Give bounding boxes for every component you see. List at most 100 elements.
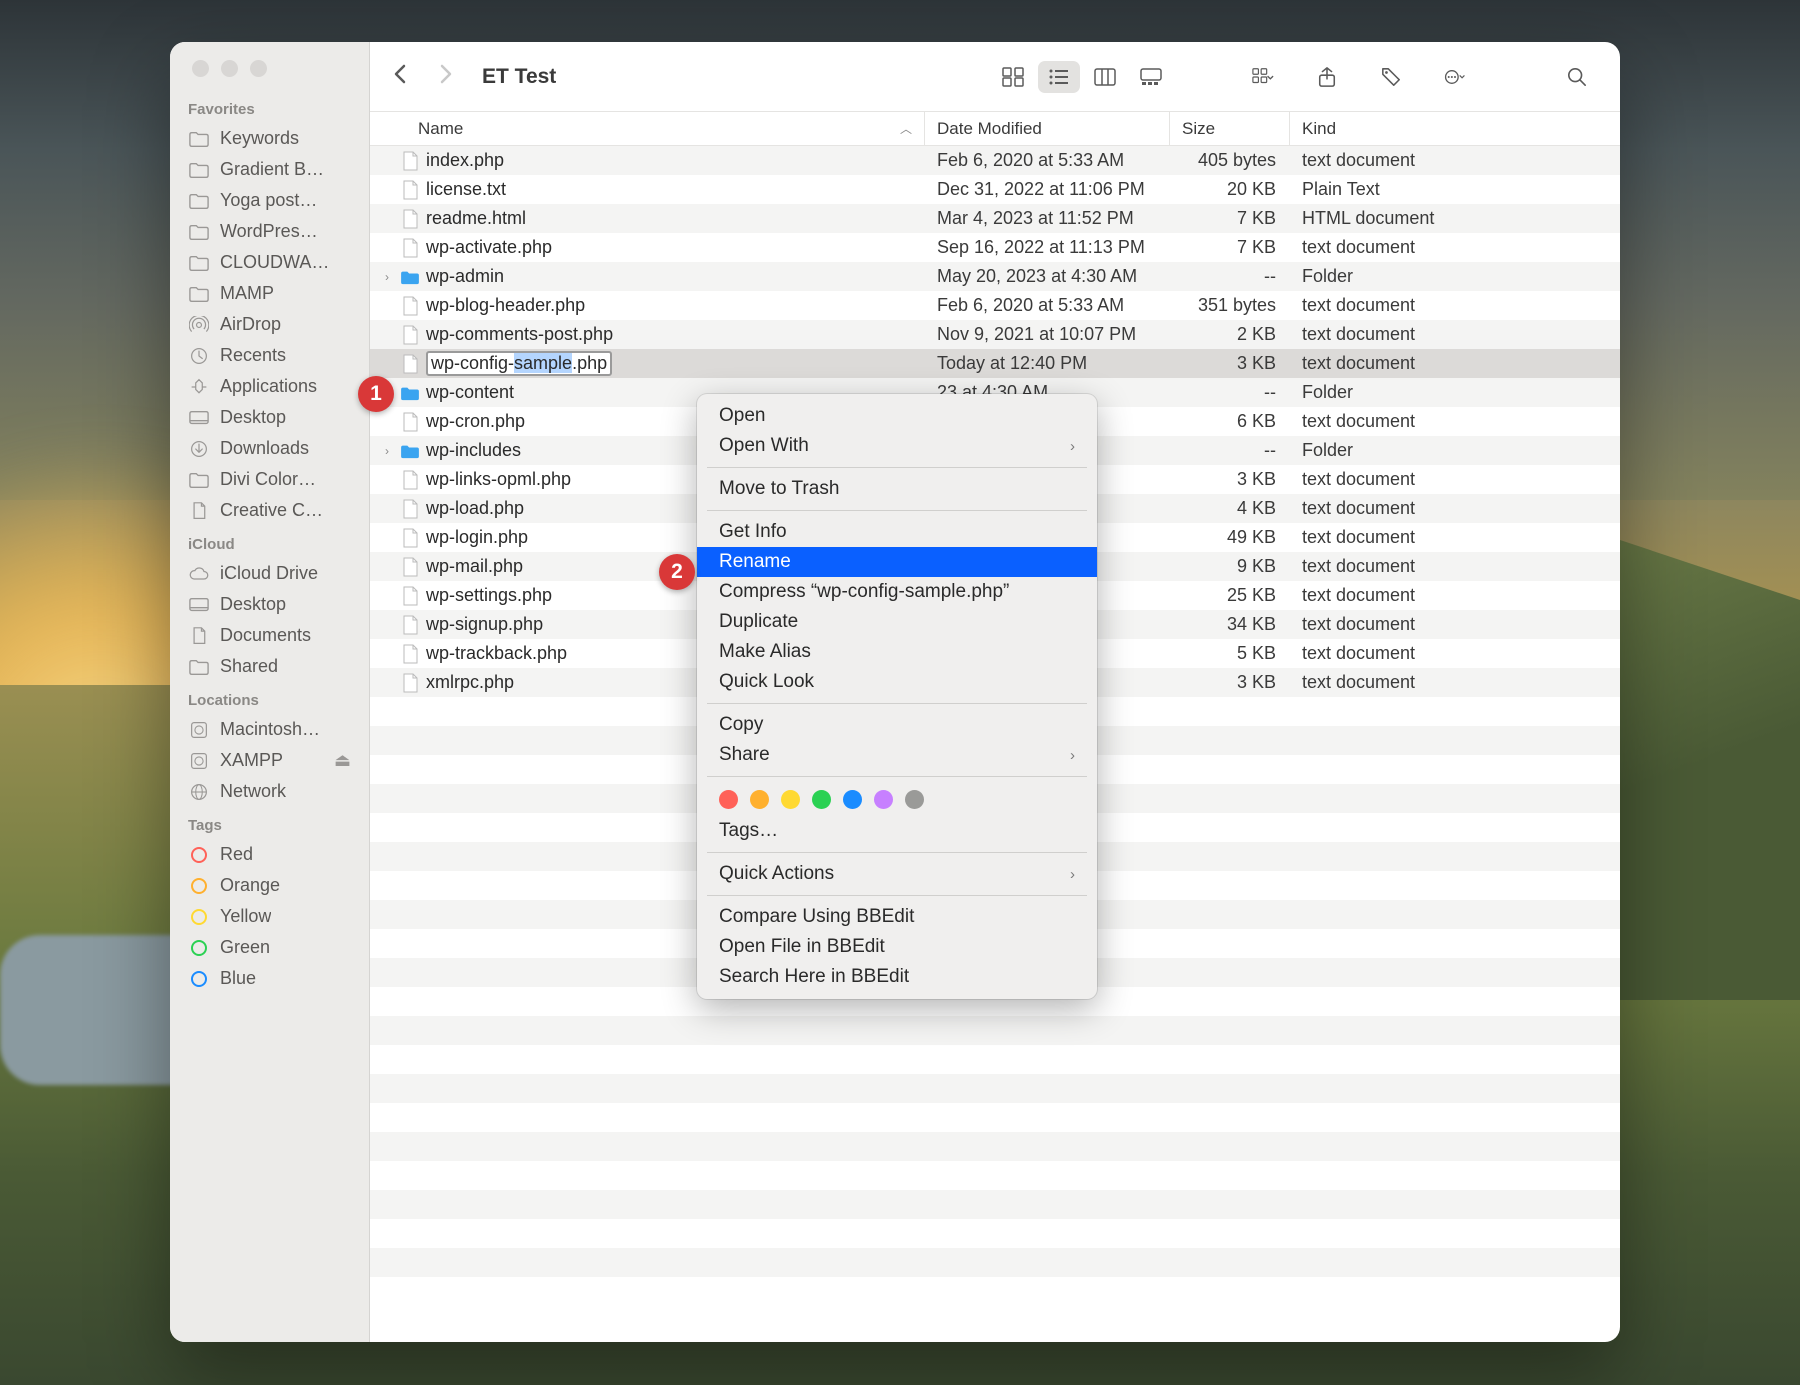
context-menu-item[interactable]: Move to Trash <box>697 474 1097 504</box>
context-menu-item[interactable]: Make Alias <box>697 637 1097 667</box>
tag-color[interactable] <box>905 790 924 809</box>
tag-color[interactable] <box>843 790 862 809</box>
view-list-button[interactable] <box>1038 61 1080 93</box>
file-row[interactable]: readme.html Mar 4, 2023 at 11:52 PM 7 KB… <box>370 204 1620 233</box>
eject-icon[interactable]: ⏏ <box>334 750 351 771</box>
file-row[interactable]: wp-activate.php Sep 16, 2022 at 11:13 PM… <box>370 233 1620 262</box>
rename-input[interactable]: wp-config-sample.php <box>426 351 612 376</box>
disclosure-icon[interactable]: › <box>380 270 394 284</box>
sidebar-item[interactable]: Green <box>170 932 369 963</box>
airdrop-icon <box>188 316 210 334</box>
context-menu-item[interactable]: Open <box>697 401 1097 431</box>
sidebar-item[interactable]: Red <box>170 839 369 870</box>
sidebar-item-label: Orange <box>220 875 280 896</box>
sidebar-item[interactable]: CLOUDWA… <box>170 247 369 278</box>
file-name: wp-admin <box>426 266 504 287</box>
sidebar-item[interactable]: Recents <box>170 340 369 371</box>
context-menu-item[interactable]: Tags… <box>697 816 1097 846</box>
view-columns-button[interactable] <box>1084 61 1126 93</box>
context-menu-item[interactable]: Quick Look <box>697 667 1097 697</box>
sidebar-item[interactable]: Applications <box>170 371 369 402</box>
tag-color[interactable] <box>719 790 738 809</box>
sidebar-item-label: WordPres… <box>220 221 318 242</box>
sidebar-item[interactable]: Desktop <box>170 402 369 433</box>
view-gallery-button[interactable] <box>1130 61 1172 93</box>
file-row[interactable]: index.php Feb 6, 2020 at 5:33 AM 405 byt… <box>370 146 1620 175</box>
file-size: 7 KB <box>1170 208 1290 229</box>
column-size[interactable]: Size <box>1170 112 1290 145</box>
zoom-button[interactable] <box>250 60 267 77</box>
file-date: Dec 31, 2022 at 11:06 PM <box>925 179 1170 200</box>
sidebar-item[interactable]: Blue <box>170 963 369 994</box>
back-button[interactable] <box>392 64 408 90</box>
tag-color[interactable] <box>781 790 800 809</box>
file-kind: Folder <box>1290 440 1620 461</box>
group-by-button[interactable] <box>1242 61 1284 93</box>
context-menu-item[interactable]: Quick Actions› <box>697 859 1097 889</box>
doc-icon <box>400 585 420 607</box>
forward-button[interactable] <box>438 64 454 90</box>
file-row[interactable]: wp-config-sample.php Today at 12:40 PM 3… <box>370 349 1620 378</box>
file-row[interactable]: license.txt Dec 31, 2022 at 11:06 PM 20 … <box>370 175 1620 204</box>
sidebar-item[interactable]: Desktop <box>170 589 369 620</box>
file-row[interactable]: › wp-admin May 20, 2023 at 4:30 AM -- Fo… <box>370 262 1620 291</box>
file-date: Nov 9, 2021 at 10:07 PM <box>925 324 1170 345</box>
doc-icon <box>400 295 420 317</box>
sidebar-item[interactable]: Documents <box>170 620 369 651</box>
menu-separator <box>707 467 1087 468</box>
tags-button[interactable] <box>1370 61 1412 93</box>
sidebar-item[interactable]: Downloads <box>170 433 369 464</box>
tag-color[interactable] <box>812 790 831 809</box>
sidebar-item[interactable]: MAMP <box>170 278 369 309</box>
file-name: wp-activate.php <box>426 237 552 258</box>
sidebar-item[interactable]: Gradient B… <box>170 154 369 185</box>
context-menu-item[interactable]: Rename <box>697 547 1097 577</box>
file-row[interactable]: wp-blog-header.php Feb 6, 2020 at 5:33 A… <box>370 291 1620 320</box>
view-icons-button[interactable] <box>992 61 1034 93</box>
tag-color[interactable] <box>874 790 893 809</box>
sidebar-item[interactable]: WordPres… <box>170 216 369 247</box>
sidebar-item[interactable]: Divi Color… <box>170 464 369 495</box>
context-menu-item[interactable]: Compress “wp-config-sample.php” <box>697 577 1097 607</box>
file-row[interactable]: wp-comments-post.php Nov 9, 2021 at 10:0… <box>370 320 1620 349</box>
sidebar-item[interactable]: Keywords <box>170 123 369 154</box>
search-button[interactable] <box>1556 61 1598 93</box>
column-name[interactable]: Name︿ <box>370 112 925 145</box>
context-menu-item[interactable]: Open File in BBEdit <box>697 932 1097 962</box>
sidebar-item[interactable]: Orange <box>170 870 369 901</box>
file-kind: HTML document <box>1290 208 1620 229</box>
context-menu-item[interactable]: Compare Using BBEdit <box>697 902 1097 932</box>
network-icon <box>188 783 210 801</box>
context-menu-item[interactable]: Share› <box>697 740 1097 770</box>
sidebar-item[interactable]: Network <box>170 776 369 807</box>
toolbar: ET Test <box>370 42 1620 112</box>
close-button[interactable] <box>192 60 209 77</box>
tag-color[interactable] <box>750 790 769 809</box>
context-menu-item[interactable]: Open With› <box>697 431 1097 461</box>
column-kind[interactable]: Kind <box>1290 112 1620 145</box>
context-menu-item[interactable]: Duplicate <box>697 607 1097 637</box>
context-menu-item[interactable]: Search Here in BBEdit <box>697 962 1097 992</box>
submenu-icon: › <box>1070 866 1075 883</box>
actions-button[interactable] <box>1434 61 1476 93</box>
sidebar-item[interactable]: Shared <box>170 651 369 682</box>
column-date[interactable]: Date Modified <box>925 112 1170 145</box>
sidebar-item[interactable]: Yoga post… <box>170 185 369 216</box>
context-menu-item[interactable]: Get Info <box>697 517 1097 547</box>
file-size: 25 KB <box>1170 585 1290 606</box>
context-menu-item[interactable]: Copy <box>697 710 1097 740</box>
sidebar-item-label: Yellow <box>220 906 271 927</box>
sidebar-item[interactable]: XAMPP⏏ <box>170 745 369 776</box>
sidebar-item[interactable]: AirDrop <box>170 309 369 340</box>
clock-icon <box>188 347 210 365</box>
sidebar-item[interactable]: Yellow <box>170 901 369 932</box>
share-button[interactable] <box>1306 61 1348 93</box>
minimize-button[interactable] <box>221 60 238 77</box>
sidebar-item[interactable]: Macintosh… <box>170 714 369 745</box>
file-date: May 20, 2023 at 4:30 AM <box>925 266 1170 287</box>
doc-icon <box>400 643 420 665</box>
disclosure-icon[interactable]: › <box>380 444 394 458</box>
sidebar-item[interactable]: iCloud Drive <box>170 558 369 589</box>
disk-icon <box>188 721 210 739</box>
sidebar-item[interactable]: Creative C… <box>170 495 369 526</box>
